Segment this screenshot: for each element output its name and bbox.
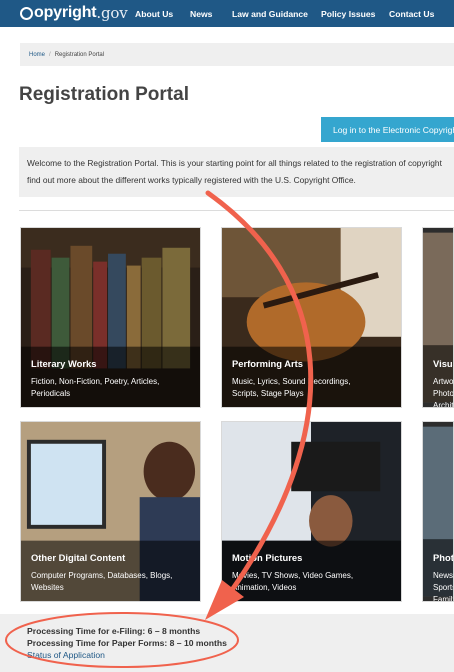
card-other-digital-content[interactable]: Other Digital Content Computer Programs,… bbox=[20, 421, 201, 602]
card-subtitle: Fiction, Non-Fiction, Poetry, Articles, … bbox=[31, 377, 160, 398]
card-title: Other Digital Content bbox=[31, 552, 126, 563]
card-subtitle: Artwork, Photographs, Architecture bbox=[433, 377, 454, 408]
breadcrumb-current: Registration Portal bbox=[54, 51, 105, 58]
card-title: Photographs bbox=[433, 552, 454, 563]
breadcrumb: Home / Registration Portal bbox=[20, 43, 454, 66]
card-title: Literary Works bbox=[31, 358, 97, 369]
status-of-application-link[interactable]: Status of Application bbox=[27, 650, 105, 660]
copyright-gov-logo[interactable]: opyright .gov bbox=[20, 3, 128, 23]
copyright-c-icon bbox=[20, 6, 33, 20]
card-subtitle: Music, Lyrics, Sound Recordings, Scripts… bbox=[232, 377, 351, 398]
nav-about-us[interactable]: About Us bbox=[135, 0, 173, 27]
nav-contact-us[interactable]: Contact Us bbox=[389, 0, 434, 27]
card-subtitle: Movies, TV Shows, Video Games, Animation… bbox=[232, 571, 354, 592]
page-title: Registration Portal bbox=[19, 84, 189, 105]
card-subtitle: News, Sports, Family Photos bbox=[433, 571, 454, 602]
nav-policy-issues[interactable]: Policy Issues bbox=[321, 0, 375, 27]
card-photographs[interactable]: Photographs News, Sports, Family Photos bbox=[422, 421, 454, 602]
card-title: Performing Arts bbox=[232, 358, 304, 369]
card-title: Motion Pictures bbox=[232, 552, 303, 563]
nav-law-and-guidance[interactable]: Law and Guidance bbox=[232, 0, 308, 27]
card-subtitle: Computer Programs, Databases, Blogs, Web… bbox=[31, 571, 173, 592]
breadcrumb-separator: / bbox=[49, 51, 51, 58]
card-literary-works[interactable]: Literary Works Fiction, Non-Fiction, Poe… bbox=[20, 227, 201, 408]
top-nav-bar: opyright .gov About Us News Law and Guid… bbox=[0, 0, 454, 27]
efiling-processing-time: Processing Time for e-Filing: 6 – 8 mont… bbox=[27, 626, 201, 636]
paper-processing-time: Processing Time for Paper Forms: 8 – 10 … bbox=[27, 638, 227, 648]
section-divider bbox=[19, 210, 454, 211]
welcome-message: Welcome to the Registration Portal. This… bbox=[19, 147, 454, 197]
card-performing-arts[interactable]: Performing Arts Music, Lyrics, Sound Rec… bbox=[221, 227, 402, 408]
login-eco-button[interactable]: Log in to the Electronic Copyright Offic… bbox=[321, 117, 454, 142]
card-visual-arts[interactable]: Visual Arts Artwork, Photographs, Archit… bbox=[422, 227, 454, 408]
card-motion-pictures[interactable]: Motion Pictures Movies, TV Shows, Video … bbox=[221, 421, 402, 602]
logo-domain-text: .gov bbox=[96, 4, 128, 22]
nav-news[interactable]: News bbox=[190, 0, 212, 27]
logo-brand-text: opyright bbox=[34, 4, 97, 21]
breadcrumb-home-link[interactable]: Home bbox=[29, 52, 45, 58]
welcome-line-2: find out more about the different works … bbox=[27, 175, 356, 185]
welcome-line-1: Welcome to the Registration Portal. This… bbox=[27, 158, 442, 168]
card-title: Visual Arts bbox=[433, 358, 453, 369]
